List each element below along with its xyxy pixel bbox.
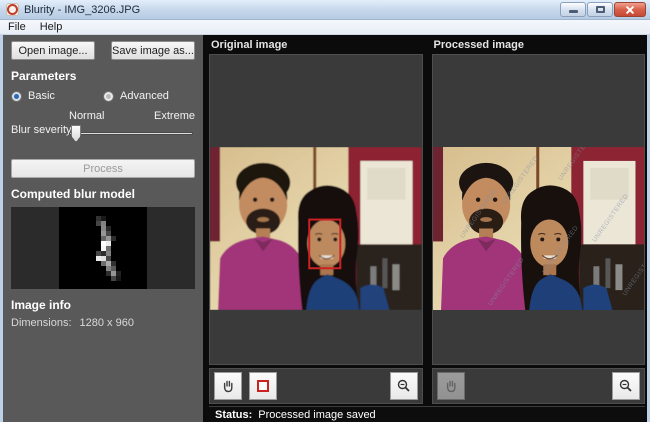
zoom-out-icon [397, 379, 410, 392]
maximize-button[interactable] [587, 2, 613, 17]
processed-image-panel: Processed image UNREGISTERED UNREGISTERE… [431, 37, 645, 404]
blur-kernel-grid [85, 215, 121, 281]
blur-model-display [11, 207, 195, 289]
save-image-button[interactable]: Save image as... [111, 41, 195, 60]
blur-severity-thumb[interactable] [71, 125, 81, 142]
dimensions-label: Dimensions: [11, 317, 72, 329]
original-toolbar [209, 368, 423, 404]
hand-tool-button[interactable] [214, 372, 242, 400]
open-image-button[interactable]: Open image... [11, 41, 95, 60]
blur-severity-track[interactable] [69, 132, 193, 135]
slider-min-label: Normal [69, 110, 105, 122]
blur-model-image [59, 207, 147, 289]
dimensions-value: 1280 x 960 [79, 317, 134, 329]
slider-max-label: Extreme [154, 110, 195, 122]
title-bar[interactable]: Blurity - IMG_3206.JPG [0, 0, 650, 20]
minimize-button[interactable] [560, 2, 586, 17]
region-select-icon [257, 380, 269, 392]
image-info-heading: Image info [11, 298, 72, 312]
parameters-sidebar: Open image... Save image as... Parameter… [3, 35, 203, 422]
original-photo[interactable] [210, 147, 422, 310]
processed-panel-title: Processed image [433, 39, 525, 51]
app-icon [6, 3, 19, 16]
radio-advanced-label: Advanced [120, 90, 169, 102]
status-label: Status: [215, 408, 253, 421]
process-button[interactable]: Process [11, 159, 195, 178]
radio-advanced[interactable]: Advanced [103, 90, 195, 102]
close-icon [625, 5, 635, 15]
window-title: Blurity - IMG_3206.JPG [24, 3, 141, 16]
original-panel-title: Original image [211, 39, 288, 51]
original-image-panel: Original image [209, 37, 423, 404]
minimize-icon [568, 10, 578, 13]
parameters-heading: Parameters [11, 69, 77, 83]
processed-zoom-out-button[interactable] [612, 372, 640, 400]
original-viewport[interactable] [209, 54, 423, 365]
original-zoom-out-button[interactable] [389, 372, 418, 400]
menu-help[interactable]: Help [40, 21, 63, 33]
region-select-button[interactable] [249, 372, 277, 400]
processed-photo[interactable]: UNREGISTERED UNREGISTERED UNREGISTERED U… [432, 147, 644, 310]
zoom-out-icon [619, 379, 632, 392]
blurity-window: Blurity - IMG_3206.JPG File Help Open im… [0, 0, 650, 422]
radio-basic[interactable]: Basic [11, 90, 103, 102]
blur-model-heading: Computed blur model [11, 187, 135, 201]
radio-basic-label: Basic [28, 90, 55, 102]
blur-severity-label: Blur severity [11, 124, 72, 136]
blur-severity-slider-block: Normal Extreme Blur severity [11, 110, 195, 150]
menu-file[interactable]: File [8, 21, 26, 33]
menu-bar: File Help [0, 20, 650, 35]
hand-tool-icon [223, 380, 233, 393]
radio-advanced-control[interactable] [103, 90, 114, 102]
radio-basic-control[interactable] [11, 90, 22, 102]
close-button[interactable] [614, 2, 646, 17]
status-bar: Status: Processed image saved [209, 406, 645, 422]
processed-toolbar [431, 368, 645, 404]
processed-hand-tool-button[interactable] [436, 372, 465, 400]
processed-viewport[interactable]: UNREGISTERED UNREGISTERED UNREGISTERED U… [431, 54, 645, 365]
hand-tool-icon [446, 380, 456, 393]
image-area: Original image Processed image UNREGISTE… [203, 35, 647, 422]
status-message: Processed image saved [258, 408, 376, 421]
maximize-icon [595, 6, 605, 13]
